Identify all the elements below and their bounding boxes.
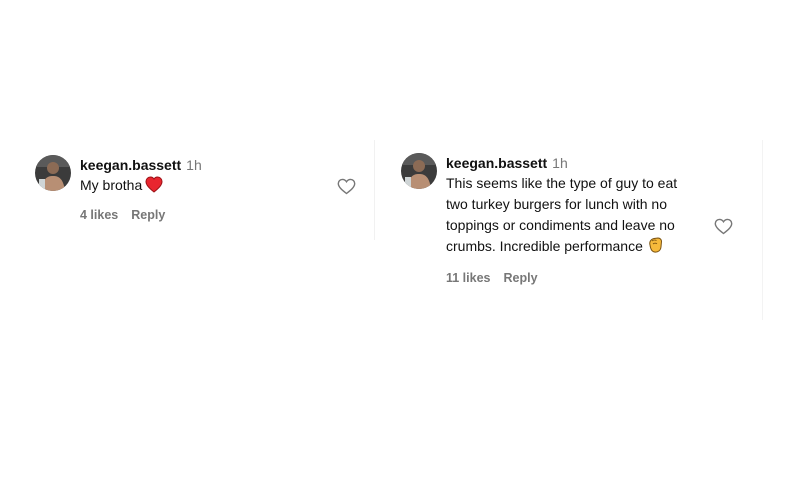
comment-text: My brotha [80, 175, 325, 199]
likes-count[interactable]: 4 likes [80, 208, 118, 222]
clapping-hands-icon [646, 236, 664, 260]
reply-button[interactable]: Reply [131, 208, 165, 222]
likes-count[interactable]: 11 likes [446, 271, 491, 285]
avatar-photo-icon [35, 155, 71, 191]
like-heart-icon[interactable] [714, 218, 733, 240]
comment-username[interactable]: keegan.bassett [446, 155, 547, 171]
red-heart-icon [145, 176, 163, 199]
comment-item: keegan.bassett 1h My brotha 4 likes Reply [35, 155, 325, 222]
like-heart-icon[interactable] [337, 178, 356, 200]
avatar[interactable] [401, 153, 437, 189]
comment-timestamp[interactable]: 1h [552, 155, 568, 171]
comment-item: keegan.bassett 1h This seems like the typ… [401, 153, 691, 285]
comment-timestamp[interactable]: 1h [186, 157, 202, 173]
avatar[interactable] [35, 155, 71, 191]
reply-button[interactable]: Reply [504, 271, 538, 285]
avatar-photo-icon [401, 153, 437, 189]
comment-text: This seems like the type of guy to eat t… [446, 173, 691, 260]
comment-text-content: This seems like the type of guy to eat t… [446, 175, 678, 254]
comment-username[interactable]: keegan.bassett [80, 157, 181, 173]
comment-text-content: My brotha [80, 177, 143, 193]
